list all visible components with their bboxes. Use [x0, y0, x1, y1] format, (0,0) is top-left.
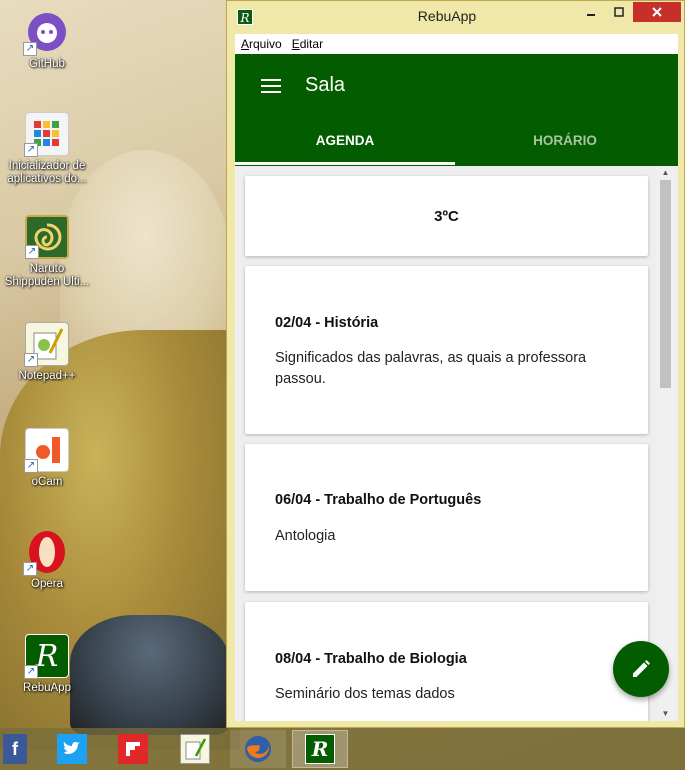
maximize-button[interactable]: [605, 2, 633, 22]
desktop-icon-rebuapp[interactable]: R ↗ RebuApp: [4, 634, 90, 695]
desktop-icon-label: RebuApp: [23, 682, 71, 694]
minimize-button[interactable]: [577, 2, 605, 22]
desktop-icon-github[interactable]: ↗ GitHub: [4, 10, 90, 71]
event-description: Antologia: [275, 528, 336, 544]
desktop-icon-label: Notepad++: [18, 370, 76, 382]
tab-agenda[interactable]: AGENDA: [235, 126, 455, 166]
scroll-up-arrow-icon[interactable]: ▲: [657, 166, 674, 180]
app-launcher-icon: ↗: [24, 112, 69, 157]
github-icon: ↗: [23, 10, 69, 56]
flipboard-icon: [118, 734, 148, 764]
menu-bar: Arquivo Editar: [235, 34, 678, 54]
event-title: 06/04 - Trabalho de Português: [275, 492, 482, 508]
notepad-icon: ↗: [24, 322, 69, 367]
notepad-icon: [180, 734, 210, 764]
menu-editar[interactable]: Editar: [292, 37, 323, 51]
menu-icon[interactable]: [261, 79, 281, 93]
firefox-icon: [243, 734, 273, 764]
event-description: Significados das palavras, as quais a pr…: [275, 350, 587, 387]
event-title: 02/04 - História: [275, 315, 379, 331]
ocam-icon: ↗: [24, 428, 69, 473]
taskbar-facebook[interactable]: f: [0, 730, 30, 768]
desktop-icon-opera[interactable]: ↗ Opera: [4, 530, 90, 591]
desktop-icon-app-launcher[interactable]: ↗ Inicializador de aplicativos do...: [4, 112, 90, 186]
desktop-icon-label: Opera: [31, 578, 63, 590]
scroll-down-arrow-icon[interactable]: ▼: [657, 707, 674, 721]
app-window: R RebuApp Arquivo Editar Sala AGENDA HOR…: [226, 0, 685, 728]
tab-indicator: [235, 162, 455, 165]
desktop-icon-label: Naruto Shippuden Ulti...: [4, 263, 90, 288]
desktop-icon-notepad[interactable]: ↗ Notepad++: [4, 322, 90, 383]
taskbar-flipboard[interactable]: [108, 730, 158, 768]
event-description: Seminário dos temas dados: [275, 686, 455, 702]
taskbar: f R: [0, 728, 685, 770]
event-title: 08/04 - Trabalho de Biologia: [275, 651, 467, 667]
menu-arquivo[interactable]: Arquivo: [241, 37, 282, 51]
edit-fab-button[interactable]: [613, 641, 669, 697]
title-bar[interactable]: R RebuApp: [227, 1, 684, 33]
rebuapp-icon: R: [305, 734, 335, 764]
taskbar-notepad[interactable]: [170, 730, 220, 768]
app-bar: Sala AGENDA HORÁRIO: [235, 54, 678, 166]
tab-horario[interactable]: HORÁRIO: [455, 126, 675, 166]
temperature-value: 3ºC: [434, 208, 459, 225]
close-icon: [652, 7, 662, 17]
desktop-icon-label: Inicializador de aplicativos do...: [7, 160, 87, 185]
desktop-icon-label: oCam: [31, 476, 63, 488]
taskbar-twitter[interactable]: [47, 730, 97, 768]
desktop-icon-ocam[interactable]: ↗ oCam: [4, 428, 90, 489]
weather-card: 3ºC: [245, 176, 648, 256]
pencil-icon: [633, 660, 650, 677]
opera-icon: ↗: [23, 530, 69, 576]
event-card[interactable]: 02/04 - História Significados das palavr…: [245, 266, 648, 434]
rebuapp-icon: R ↗: [24, 634, 69, 679]
facebook-icon: f: [3, 734, 27, 764]
close-button[interactable]: [633, 2, 681, 22]
page-title: Sala: [305, 74, 346, 96]
event-card[interactable]: 08/04 - Trabalho de Biologia Seminário d…: [245, 602, 648, 721]
desktop-icon-label: GitHub: [29, 58, 65, 70]
event-card[interactable]: 06/04 - Trabalho de Português Antologia: [245, 444, 648, 591]
scroll-thumb[interactable]: [660, 180, 671, 388]
vertical-scrollbar[interactable]: ▲ ▼: [657, 166, 674, 721]
taskbar-firefox[interactable]: [230, 730, 286, 768]
taskbar-rebuapp[interactable]: R: [292, 730, 348, 768]
agenda-list[interactable]: 3ºC 02/04 - História Significados das pa…: [235, 166, 678, 721]
wallpaper-pot: [70, 615, 230, 735]
desktop-icon-naruto[interactable]: ↗ Naruto Shippuden Ulti...: [4, 215, 90, 289]
naruto-icon: ↗: [25, 215, 69, 259]
twitter-icon: [57, 734, 87, 764]
